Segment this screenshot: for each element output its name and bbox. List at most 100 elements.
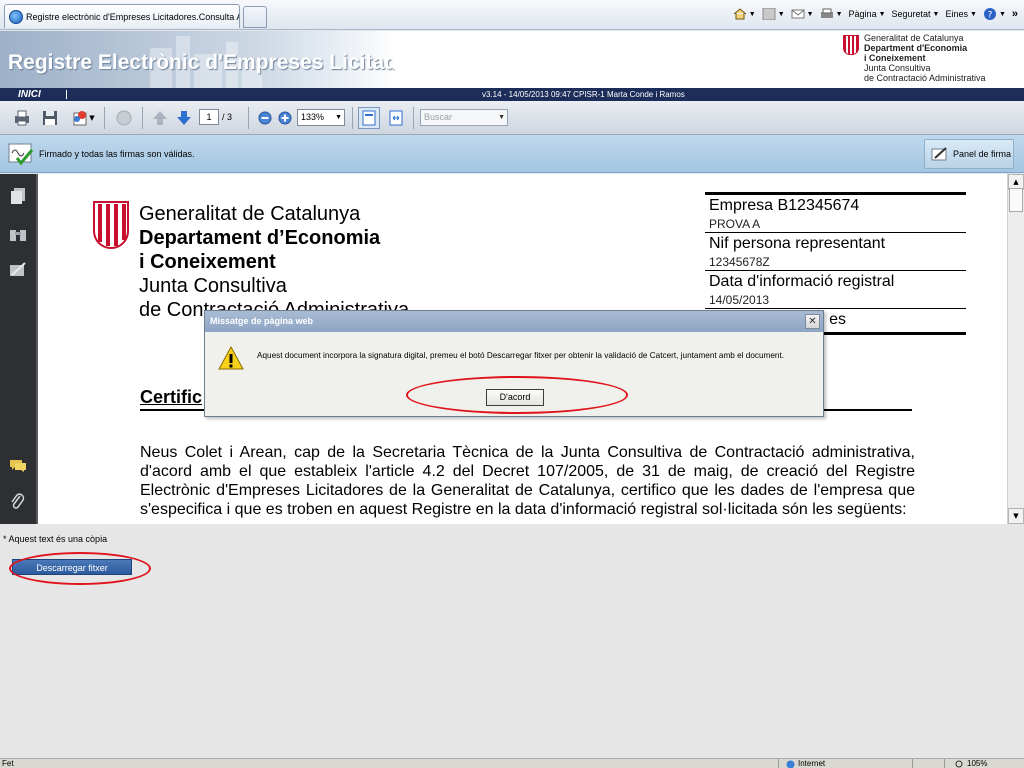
- warning-icon: [218, 345, 244, 370]
- share-icon: [73, 111, 87, 126]
- tools-menu[interactable]: Eines ▼: [945, 9, 976, 19]
- floppy-disk-icon: [43, 111, 57, 125]
- attachments-clip-button[interactable]: [8, 492, 28, 512]
- pages-icon: [11, 188, 25, 204]
- page-number-input[interactable]: 1: [199, 109, 219, 125]
- print-button[interactable]: ▼: [820, 8, 843, 20]
- doc-dept-line-2: Departament d’Economia: [139, 227, 381, 249]
- page-menu[interactable]: Pàgina ▼: [849, 9, 886, 19]
- browser-tab-active[interactable]: Registre electrònic d'Empreses Licitador…: [4, 4, 240, 28]
- printer-icon: [820, 8, 833, 18]
- status-text: Fet: [2, 759, 14, 768]
- arrow-up-icon: [153, 111, 167, 125]
- comment-icon: [10, 460, 26, 472]
- document-department: Generalitat de Catalunya Departament d’E…: [139, 202, 409, 322]
- zoom-in-icon: [278, 111, 292, 125]
- signature-panel-label: Panel de firma: [953, 149, 1012, 159]
- logo-line-5: de Contractació Administrativa: [864, 73, 986, 83]
- toolbar-separator: [142, 107, 143, 129]
- zoom-select[interactable]: 133% ▼: [297, 109, 345, 126]
- document-scrollbar[interactable]: ▲ ▼: [1007, 174, 1024, 524]
- doc-dept-line-1: Generalitat de Catalunya: [139, 203, 361, 225]
- security-zone[interactable]: Internet: [786, 759, 825, 768]
- browser-tab-bar: Registre electrònic d'Empreses Licitador…: [0, 0, 1024, 30]
- version-info: v3.14 - 14/05/2013 09:47 CPISR-1 Marta C…: [482, 90, 685, 99]
- fit-page-button[interactable]: [358, 107, 380, 129]
- help-icon: ?: [983, 8, 996, 21]
- toolbar-separator: [248, 107, 249, 129]
- more-commands-button[interactable]: »: [1012, 8, 1018, 20]
- new-tab-button[interactable]: [243, 6, 267, 28]
- chevron-down-icon: ▼: [498, 114, 505, 121]
- box-label: Data d'informació registral: [709, 273, 895, 290]
- signature-bar: Firmado y todas las firmas son válidas. …: [0, 135, 1024, 173]
- box-value: PROVA A: [709, 217, 761, 231]
- comments-panel-button[interactable]: [8, 456, 28, 476]
- pdf-toolbar: ▼ 1 / 3 133% ▼ Buscar ▼: [0, 101, 1024, 135]
- status-separator: [778, 759, 779, 768]
- ie-favicon-icon: [9, 9, 23, 24]
- zoom-out-button[interactable]: [255, 108, 275, 128]
- sign-tool-button[interactable]: [114, 108, 134, 128]
- security-menu[interactable]: Seguretat ▼: [892, 9, 940, 19]
- tools-menu-label: Eines: [945, 9, 968, 19]
- pages-panel-button[interactable]: [8, 186, 28, 206]
- share-button[interactable]: ▼: [68, 108, 98, 128]
- chevron-down-icon: ▼: [335, 114, 342, 121]
- next-page-button[interactable]: [174, 108, 194, 128]
- feeds-button[interactable]: ▼: [762, 8, 785, 20]
- scroll-thumb[interactable]: [1009, 188, 1023, 212]
- prev-page-button[interactable]: [150, 108, 170, 128]
- close-icon[interactable]: ✕: [805, 314, 820, 329]
- logo-line-4: Junta Consultiva: [864, 63, 931, 73]
- zoom-in-button[interactable]: [275, 108, 295, 128]
- annotation-circle-ok: [406, 376, 628, 414]
- senyera-icon: [843, 35, 859, 55]
- navigation-pane: [0, 174, 36, 524]
- doc-dept-line-3: i Coneixement: [139, 251, 276, 273]
- scroll-down-icon[interactable]: ▼: [1008, 508, 1024, 524]
- globe-icon: [786, 760, 795, 768]
- signature-status: Firmado y todas las firmas son válidas.: [39, 149, 195, 159]
- logo-line-2: Department d'Economia: [864, 43, 968, 53]
- senyera-logo-icon: [93, 201, 129, 249]
- zoom-level-control[interactable]: 105%: [955, 759, 987, 768]
- help-button[interactable]: ? ▼: [983, 7, 1006, 21]
- search-input[interactable]: Buscar ▼: [420, 109, 508, 126]
- fit-width-icon: [389, 110, 403, 126]
- paperclip-icon: [11, 493, 25, 509]
- save-pdf-button[interactable]: [40, 108, 60, 128]
- box-value: 12345678Z: [709, 255, 770, 269]
- printer-icon: [15, 110, 29, 126]
- site-title: Registre Electrònic d'Empreses Licitador…: [8, 51, 395, 74]
- page-total: / 3: [222, 112, 233, 122]
- signature-pen-icon: [10, 262, 26, 276]
- status-separator: [944, 759, 945, 768]
- signatures-panel-button[interactable]: [8, 260, 28, 280]
- security-menu-label: Seguretat: [891, 9, 931, 19]
- gencat-logo: Generalitat de Catalunya Department d'Ec…: [843, 33, 1023, 87]
- attachments-panel-button[interactable]: [8, 224, 28, 244]
- box-row-company: Empresa B12345674 PROVA A: [705, 195, 966, 232]
- magnifier-icon: [955, 760, 963, 767]
- doc-dept-line-4: Junta Consultiva: [139, 275, 287, 297]
- mail-button[interactable]: ▼: [791, 8, 814, 20]
- search-placeholder: Buscar: [424, 112, 453, 122]
- box-row-nif: Nif persona representant 12345678Z: [705, 232, 966, 270]
- zone-label: Internet: [798, 759, 826, 768]
- dialog-message: Aquest document incorpora la signatura d…: [257, 351, 785, 360]
- nav-inici-link[interactable]: INICI: [18, 88, 41, 101]
- logo-line-1: Generalitat de Catalunya: [864, 33, 964, 43]
- dialog-titlebar: Missatge de pàgina web ✕: [205, 311, 823, 332]
- fit-width-button[interactable]: [386, 108, 406, 128]
- copy-note: * Aquest text és una còpia: [3, 534, 108, 544]
- annotation-circle-download: [9, 552, 151, 585]
- print-pdf-button[interactable]: [12, 108, 32, 128]
- nav-strip: INICI v3.14 - 14/05/2013 09:47 CPISR-1 M…: [0, 88, 1024, 101]
- box-value: 14/05/2013: [709, 293, 770, 307]
- document-heading: Certific: [140, 387, 203, 407]
- signature-panel-button[interactable]: Panel de firma: [924, 139, 1014, 169]
- home-button[interactable]: ▼: [733, 8, 756, 20]
- rss-icon: [762, 8, 776, 20]
- toolbar-separator: [413, 107, 414, 129]
